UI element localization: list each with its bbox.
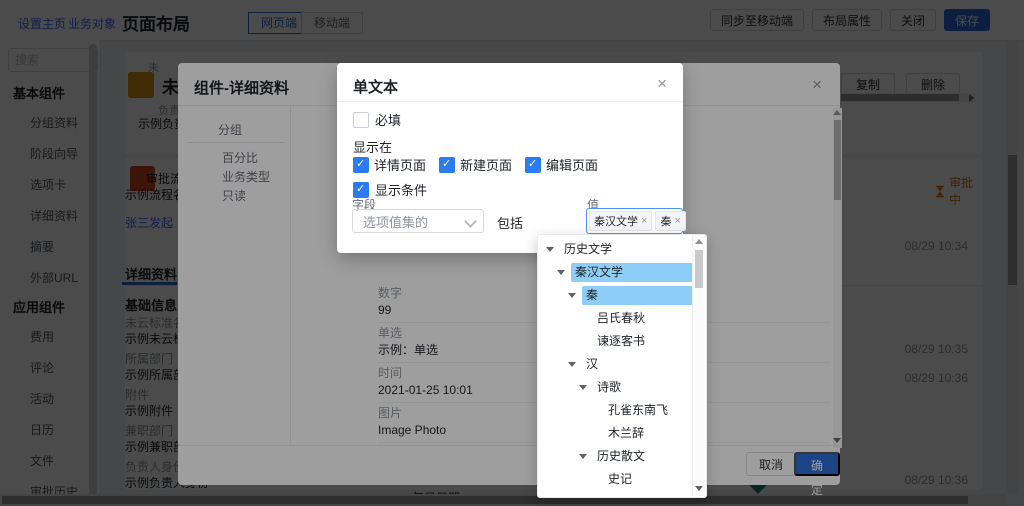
value-tree-dropdown: 历史文学秦汉文学秦吕氏春秋谏逐客书汉诗歌孔雀东南飞木兰辞历史散文史记 bbox=[537, 234, 707, 498]
tree-item-label: 吕氏春秋 bbox=[593, 309, 694, 328]
close-icon[interactable]: × bbox=[657, 76, 667, 92]
modal-header-divider bbox=[337, 101, 683, 102]
tree-item-汉[interactable]: 汉 bbox=[538, 353, 694, 376]
remove-tag-icon[interactable]: × bbox=[641, 215, 647, 227]
field-select-value: 选项值集的 bbox=[363, 212, 466, 231]
tree-item-list: 历史文学秦汉文学秦吕氏春秋谏逐客书汉诗歌孔雀东南飞木兰辞历史散文史记 bbox=[538, 238, 694, 491]
display-condition-label: 显示条件 bbox=[375, 180, 427, 199]
modal-title: 单文本 bbox=[353, 76, 398, 97]
tree-item-孔雀东南飞[interactable]: 孔雀东南飞 bbox=[538, 399, 694, 422]
scroll-down-arrow-icon[interactable] bbox=[695, 486, 703, 491]
detail-page-option: 详情页面 bbox=[353, 155, 426, 174]
tree-item-历史文学[interactable]: 历史文学 bbox=[538, 238, 694, 261]
app-root: 设置主页 › 业务对象 › 页面布局 网页端 移动端 同步至移动端 布局属性 关… bbox=[0, 0, 1024, 506]
operator-label: 包括 bbox=[497, 213, 523, 232]
edit-page-option: 编辑页面 bbox=[525, 155, 598, 174]
tag-text: 秦汉文学 bbox=[594, 213, 638, 229]
chevron-down-icon bbox=[464, 215, 477, 228]
tree-item-label: 秦 bbox=[582, 286, 694, 305]
tree-item-历史散文[interactable]: 历史散文 bbox=[538, 445, 694, 468]
tree-item-秦汉文学[interactable]: 秦汉文学 bbox=[538, 261, 694, 284]
field-select[interactable]: 选项值集的 bbox=[352, 209, 484, 233]
display-page-options: 详情页面 新建页面 编辑页面 bbox=[353, 155, 598, 174]
new-page-option: 新建页面 bbox=[439, 155, 512, 174]
new-page-label: 新建页面 bbox=[460, 155, 512, 174]
expand-caret-icon[interactable] bbox=[557, 270, 565, 275]
tree-item-label: 木兰辞 bbox=[604, 424, 694, 443]
edit-page-label: 编辑页面 bbox=[546, 155, 598, 174]
scroll-up-arrow-icon[interactable] bbox=[695, 239, 703, 244]
tree-item-label: 诗歌 bbox=[593, 378, 694, 397]
detail-page-checkbox[interactable] bbox=[353, 157, 369, 173]
tree-item-诗歌[interactable]: 诗歌 bbox=[538, 376, 694, 399]
single-text-field-modal: 单文本 × 必填 显示在 详情页面 新建页面 编辑页面 显示条件 bbox=[337, 63, 683, 253]
tree-item-label: 汉 bbox=[582, 355, 694, 374]
expand-caret-icon[interactable] bbox=[568, 293, 576, 298]
value-tag: 秦 × bbox=[655, 211, 685, 231]
tree-item-秦[interactable]: 秦 bbox=[538, 284, 694, 307]
dropdown-scrollbar[interactable] bbox=[692, 236, 705, 496]
tree-item-label: 孔雀东南飞 bbox=[604, 401, 694, 420]
tree-item-史记[interactable]: 史记 bbox=[538, 468, 694, 491]
new-page-checkbox[interactable] bbox=[439, 157, 455, 173]
tree-item-label: 史记 bbox=[604, 470, 694, 489]
value-tag: 秦汉文学 × bbox=[589, 211, 652, 231]
tag-text: 秦 bbox=[660, 213, 671, 229]
expand-caret-icon[interactable] bbox=[546, 247, 554, 252]
tree-item-吕氏春秋[interactable]: 吕氏春秋 bbox=[538, 307, 694, 330]
expand-caret-icon[interactable] bbox=[568, 362, 576, 367]
required-checkbox[interactable] bbox=[353, 112, 369, 128]
value-tag-input[interactable]: 秦汉文学 × 秦 × bbox=[586, 208, 683, 234]
expand-caret-icon[interactable] bbox=[579, 454, 587, 459]
edit-page-checkbox[interactable] bbox=[525, 157, 541, 173]
expand-caret-icon[interactable] bbox=[579, 385, 587, 390]
required-label: 必填 bbox=[375, 110, 401, 129]
tree-item-label: 秦汉文学 bbox=[571, 263, 694, 282]
required-checkbox-row: 必填 bbox=[353, 110, 401, 129]
tree-item-label: 历史散文 bbox=[593, 447, 694, 466]
scrollbar-thumb[interactable] bbox=[695, 250, 703, 288]
tree-item-谏逐客书[interactable]: 谏逐客书 bbox=[538, 330, 694, 353]
tree-item-木兰辞[interactable]: 木兰辞 bbox=[538, 422, 694, 445]
tree-item-label: 历史文学 bbox=[560, 240, 694, 259]
display-in-label: 显示在 bbox=[353, 137, 392, 156]
detail-page-label: 详情页面 bbox=[374, 155, 426, 174]
tree-item-label: 谏逐客书 bbox=[593, 332, 694, 351]
remove-tag-icon[interactable]: × bbox=[674, 215, 680, 227]
